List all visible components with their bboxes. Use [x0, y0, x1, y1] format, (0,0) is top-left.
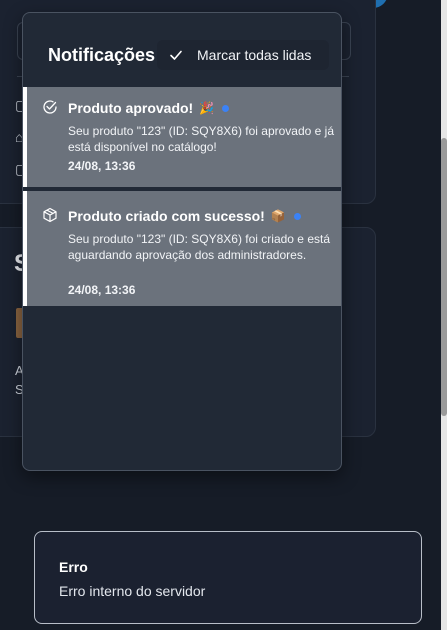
package-emoji-icon: 📦: [270, 209, 286, 223]
package-icon: [43, 207, 57, 223]
notification-message: Seu produto "123" (ID: SQY8X6) foi criad…: [68, 232, 330, 262]
scrollbar-thumb[interactable]: [441, 138, 447, 416]
notifications-title: Notificações: [48, 45, 156, 65]
error-toast[interactable]: Erro Erro interno do servidor: [34, 531, 422, 624]
notifications-header: Notificações Marcar todas lidas: [23, 13, 341, 87]
unread-indicator: [293, 212, 301, 220]
toast-title: Erro: [59, 559, 88, 575]
notification-timestamp: 24/08, 13:36: [68, 283, 136, 297]
notification-title: Produto criado com sucesso! 📦: [68, 208, 301, 224]
check-icon: [170, 50, 182, 60]
notification-timestamp: 24/08, 13:36: [68, 159, 136, 173]
notifications-dropdown: Notificações Marcar todas lidas Produto …: [22, 12, 342, 471]
notification-title-text: Produto aprovado!: [68, 100, 194, 116]
mark-all-read-label: Marcar todas lidas: [197, 47, 312, 63]
notification-item[interactable]: Produto aprovado! 🎉 Seu produto "123" (I…: [23, 87, 341, 187]
toast-message: Erro interno do servidor: [59, 583, 206, 599]
unread-indicator: [222, 104, 230, 112]
notification-message: Seu produto "123" (ID: SQY8X6) foi aprov…: [68, 124, 335, 154]
notification-title-text: Produto criado com sucesso!: [68, 208, 265, 224]
party-popper-icon: 🎉: [199, 101, 215, 115]
check-circle-icon: [43, 100, 57, 114]
notification-title: Produto aprovado! 🎉: [68, 100, 230, 116]
mark-all-read-button[interactable]: Marcar todas lidas: [157, 40, 329, 70]
notification-item[interactable]: Produto criado com sucesso! 📦 Seu produt…: [23, 191, 341, 306]
